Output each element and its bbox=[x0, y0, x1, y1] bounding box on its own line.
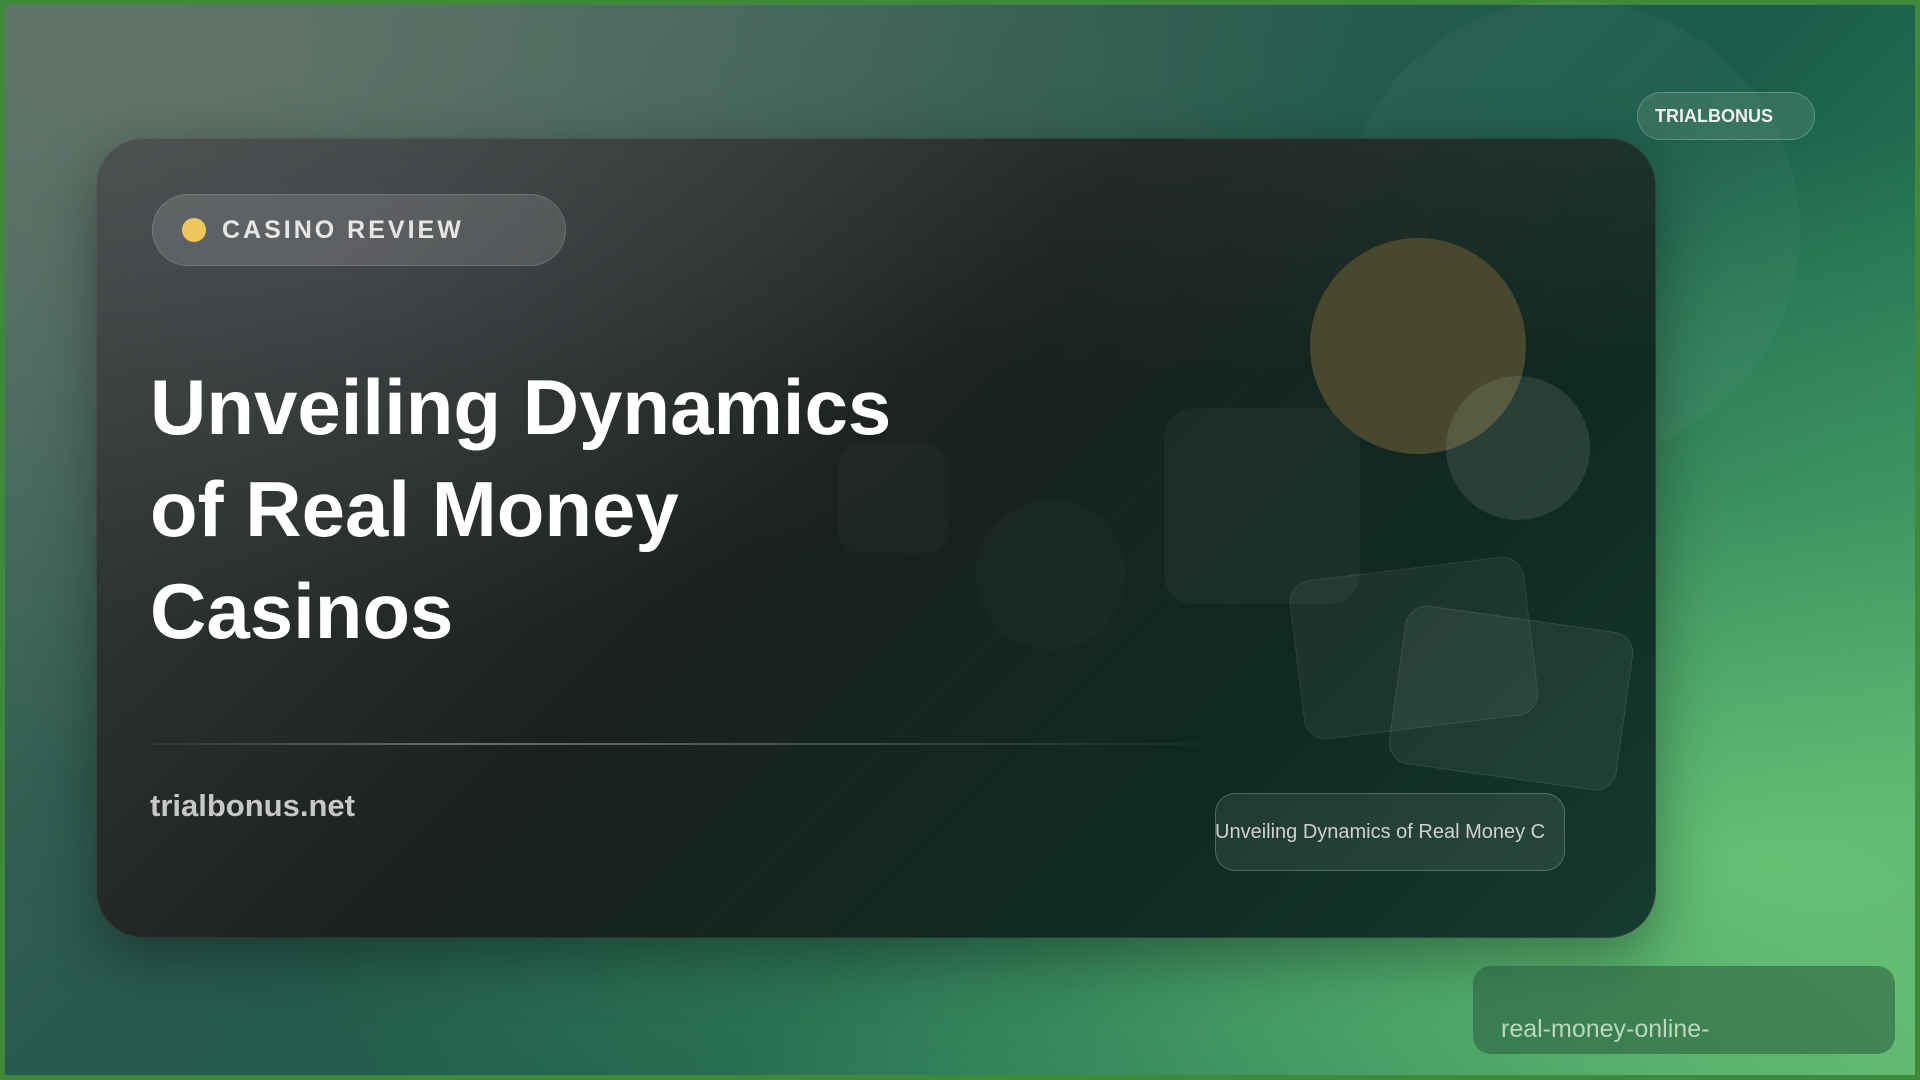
title-line-3: Casinos bbox=[150, 567, 454, 655]
url-slug-box: real-money-online- bbox=[1473, 966, 1895, 1054]
url-slug-text: real-money-online- bbox=[1501, 1015, 1710, 1043]
title-line-2: of Real Money bbox=[150, 465, 679, 553]
site-domain: trialbonus.net bbox=[150, 788, 355, 823]
caption-text: Unveiling Dynamics of Real Money C bbox=[1215, 820, 1546, 843]
title-line-1: Unveiling Dynamics bbox=[150, 363, 892, 451]
decor-circle-gray bbox=[1446, 376, 1590, 520]
brand-label: TRIALBONUS bbox=[1655, 105, 1773, 126]
page-title: Unveiling Dynamics of Real Money Casinos bbox=[150, 356, 1050, 662]
divider bbox=[152, 743, 1252, 745]
category-badge: CASINO REVIEW bbox=[152, 194, 566, 266]
brand-pill: TRIALBONUS bbox=[1637, 92, 1815, 140]
badge-dot-icon bbox=[182, 218, 206, 242]
caption-pill: Unveiling Dynamics of Real Money C bbox=[1215, 793, 1565, 871]
decor-tile-front bbox=[1385, 602, 1637, 794]
hero-card: CASINO REVIEW Unveiling Dynamics of Real… bbox=[96, 138, 1656, 938]
badge-label: CASINO REVIEW bbox=[222, 215, 464, 244]
decor-square bbox=[1164, 408, 1360, 604]
